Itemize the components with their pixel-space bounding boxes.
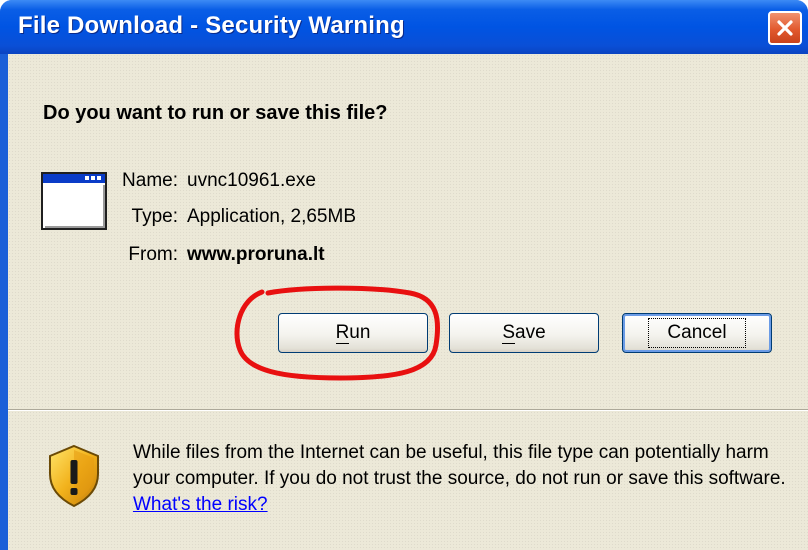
run-button[interactable]: Run — [278, 313, 428, 353]
close-icon — [777, 20, 793, 36]
title-bar[interactable]: File Download - Security Warning — [0, 0, 808, 54]
file-name-label: Name: — [122, 170, 178, 191]
run-button-label: un — [349, 322, 371, 343]
dialog-question: Do you want to run or save this file? — [43, 102, 388, 124]
file-name-row: Name: uvnc10961.exe — [103, 170, 316, 192]
warning-message: While files from the Internet can be use… — [133, 442, 786, 489]
file-download-dialog: File Download - Security Warning Do you … — [0, 0, 808, 550]
close-button[interactable] — [768, 11, 802, 45]
security-shield-icon — [49, 444, 99, 508]
dialog-body: Do you want to run or save this file? Na… — [8, 54, 808, 550]
file-from-row: From: www.proruna.lt — [103, 244, 325, 266]
save-button[interactable]: Save — [449, 313, 599, 353]
file-type-row: Type: Application, 2,65MB — [103, 206, 356, 228]
dialog-title: File Download - Security Warning — [18, 12, 405, 39]
file-type-value: Application, 2,65MB — [187, 206, 356, 227]
separator — [8, 409, 808, 411]
file-name-value: uvnc10961.exe — [187, 170, 316, 191]
whats-the-risk-link[interactable]: What's the risk? — [133, 494, 268, 515]
file-from-label: From: — [128, 244, 178, 265]
application-window-icon — [41, 172, 107, 230]
cancel-button[interactable]: Cancel — [622, 313, 772, 353]
cancel-button-label: Cancel — [648, 318, 746, 348]
save-button-mnemonic: S — [502, 322, 516, 344]
security-warning-text: While files from the Internet can be use… — [133, 440, 793, 518]
save-button-label: ave — [515, 322, 546, 343]
file-from-value: www.proruna.lt — [187, 244, 325, 265]
run-button-mnemonic: R — [335, 322, 350, 344]
file-type-label: Type: — [131, 206, 178, 227]
